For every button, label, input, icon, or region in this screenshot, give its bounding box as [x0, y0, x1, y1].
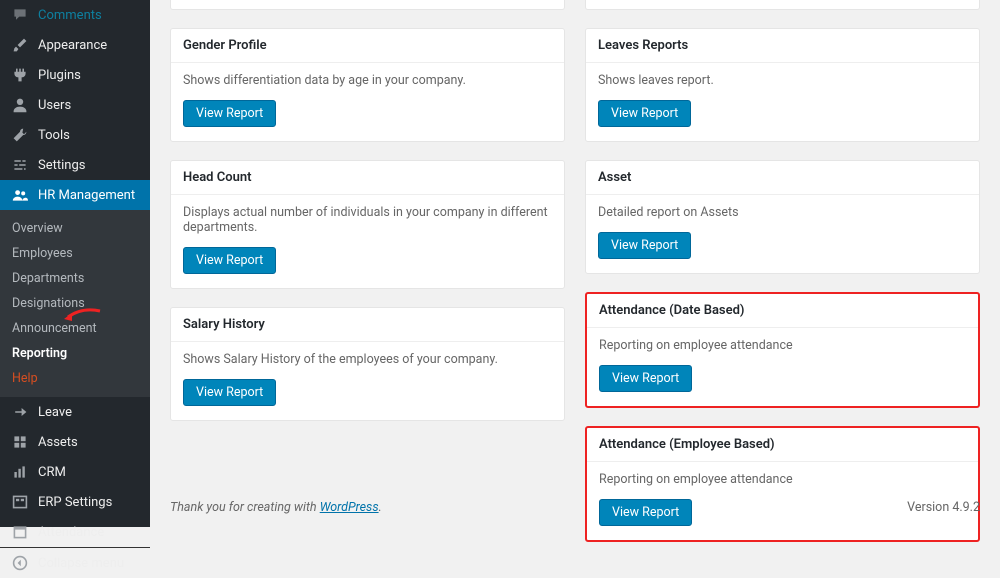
sidebar-item-label: Assets — [38, 435, 78, 450]
admin-sidebar: Comments Appearance Plugins Users Tools … — [0, 0, 150, 527]
view-report-button[interactable]: View Report — [599, 365, 692, 392]
sub-reporting[interactable]: Reporting — [0, 341, 150, 366]
sidebar-item-label: Collapse menu — [38, 556, 124, 571]
view-report-button[interactable]: View Report — [598, 100, 691, 127]
card-stub — [585, 0, 980, 10]
plug-icon — [10, 67, 30, 83]
sidebar-item-hr-management[interactable]: HR Management — [0, 180, 150, 210]
card-asset: Asset Detailed report on Assets View Rep… — [585, 160, 980, 274]
sidebar-item-label: Users — [38, 98, 71, 113]
card-desc: Detailed report on Assets — [598, 205, 967, 220]
card-salary-history: Salary History Shows Salary History of t… — [170, 307, 565, 421]
sidebar-item-label: HR Management — [38, 188, 135, 203]
arrow-right-icon — [10, 404, 30, 420]
user-icon — [10, 97, 30, 113]
main-content: Gender Profile Shows differentiation dat… — [150, 0, 1000, 527]
sidebar-item-label: Comments — [38, 8, 102, 23]
sub-employees[interactable]: Employees — [0, 241, 150, 266]
sub-departments[interactable]: Departments — [0, 266, 150, 291]
comments-icon — [10, 7, 30, 23]
view-report-button[interactable]: View Report — [598, 232, 691, 259]
calendar-icon — [10, 524, 30, 540]
sidebar-item-label: Leave — [38, 405, 72, 420]
card-title: Salary History — [171, 308, 564, 342]
card-head-count: Head Count Displays actual number of ind… — [170, 160, 565, 289]
card-attendance-date: Attendance (Date Based) Reporting on emp… — [585, 292, 980, 408]
sidebar-item-erp-settings[interactable]: ERP Settings — [0, 487, 150, 517]
sliders-icon — [10, 157, 30, 173]
bars-icon — [10, 464, 30, 480]
wrench-icon — [10, 127, 30, 143]
admin-footer: Thank you for creating with WordPress. V… — [150, 488, 1000, 527]
sub-announcement[interactable]: Announcement — [0, 316, 150, 341]
card-desc: Shows leaves report. — [598, 73, 967, 88]
card-title: Asset — [586, 161, 979, 195]
card-desc: Shows differentiation data by age in you… — [183, 73, 552, 88]
sidebar-item-label: Settings — [38, 158, 85, 173]
sub-designations[interactable]: Designations — [0, 291, 150, 316]
card-gender-profile: Gender Profile Shows differentiation dat… — [170, 28, 565, 142]
view-report-button[interactable]: View Report — [183, 379, 276, 406]
card-stub — [170, 0, 565, 10]
sidebar-item-label: CRM — [38, 465, 66, 480]
card-desc: Reporting on employee attendance — [599, 472, 966, 487]
card-title: Gender Profile — [171, 29, 564, 63]
card-desc: Reporting on employee attendance — [599, 338, 966, 353]
sidebar-item-tools[interactable]: Tools — [0, 120, 150, 150]
card-title: Attendance (Employee Based) — [587, 428, 978, 462]
footer-credit: Thank you for creating with WordPress. — [170, 500, 382, 515]
sub-overview[interactable]: Overview — [0, 216, 150, 241]
sidebar-item-assets[interactable]: Assets — [0, 427, 150, 457]
sidebar-item-appearance[interactable]: Appearance — [0, 30, 150, 60]
reports-col-right: Leaves Reports Shows leaves report. View… — [585, 28, 980, 542]
sub-help[interactable]: Help — [0, 366, 150, 391]
brush-icon — [10, 37, 30, 53]
sidebar-item-users[interactable]: Users — [0, 90, 150, 120]
wordpress-link[interactable]: WordPress — [320, 500, 379, 515]
sidebar-item-label: Plugins — [38, 68, 81, 83]
card-desc: Shows Salary History of the employees of… — [183, 352, 552, 367]
card-title: Leaves Reports — [586, 29, 979, 63]
card-desc: Displays actual number of individuals in… — [183, 205, 552, 235]
card-title: Attendance (Date Based) — [587, 294, 978, 328]
sidebar-item-attendance[interactable]: Attendance — [0, 517, 150, 547]
sidebar-item-leave[interactable]: Leave — [0, 397, 150, 427]
collapse-icon — [10, 555, 30, 571]
sidebar-collapse[interactable]: Collapse menu — [0, 547, 150, 578]
version-text: Version 4.9.2 — [907, 500, 980, 515]
sidebar-item-label: Appearance — [38, 38, 107, 53]
grid-icon — [10, 434, 30, 450]
hr-submenu: Overview Employees Departments Designati… — [0, 210, 150, 397]
sidebar-item-plugins[interactable]: Plugins — [0, 60, 150, 90]
card-leaves-reports: Leaves Reports Shows leaves report. View… — [585, 28, 980, 142]
card-title: Head Count — [171, 161, 564, 195]
reports-col-left: Gender Profile Shows differentiation dat… — [170, 28, 565, 542]
sidebar-item-crm[interactable]: CRM — [0, 457, 150, 487]
group-icon — [10, 187, 30, 203]
sidebar-item-label: ERP Settings — [38, 495, 112, 510]
panel-icon — [10, 494, 30, 510]
sidebar-item-settings[interactable]: Settings — [0, 150, 150, 180]
view-report-button[interactable]: View Report — [183, 247, 276, 274]
sidebar-item-label: Tools — [38, 128, 70, 143]
view-report-button[interactable]: View Report — [183, 100, 276, 127]
sidebar-item-comments[interactable]: Comments — [0, 0, 150, 30]
